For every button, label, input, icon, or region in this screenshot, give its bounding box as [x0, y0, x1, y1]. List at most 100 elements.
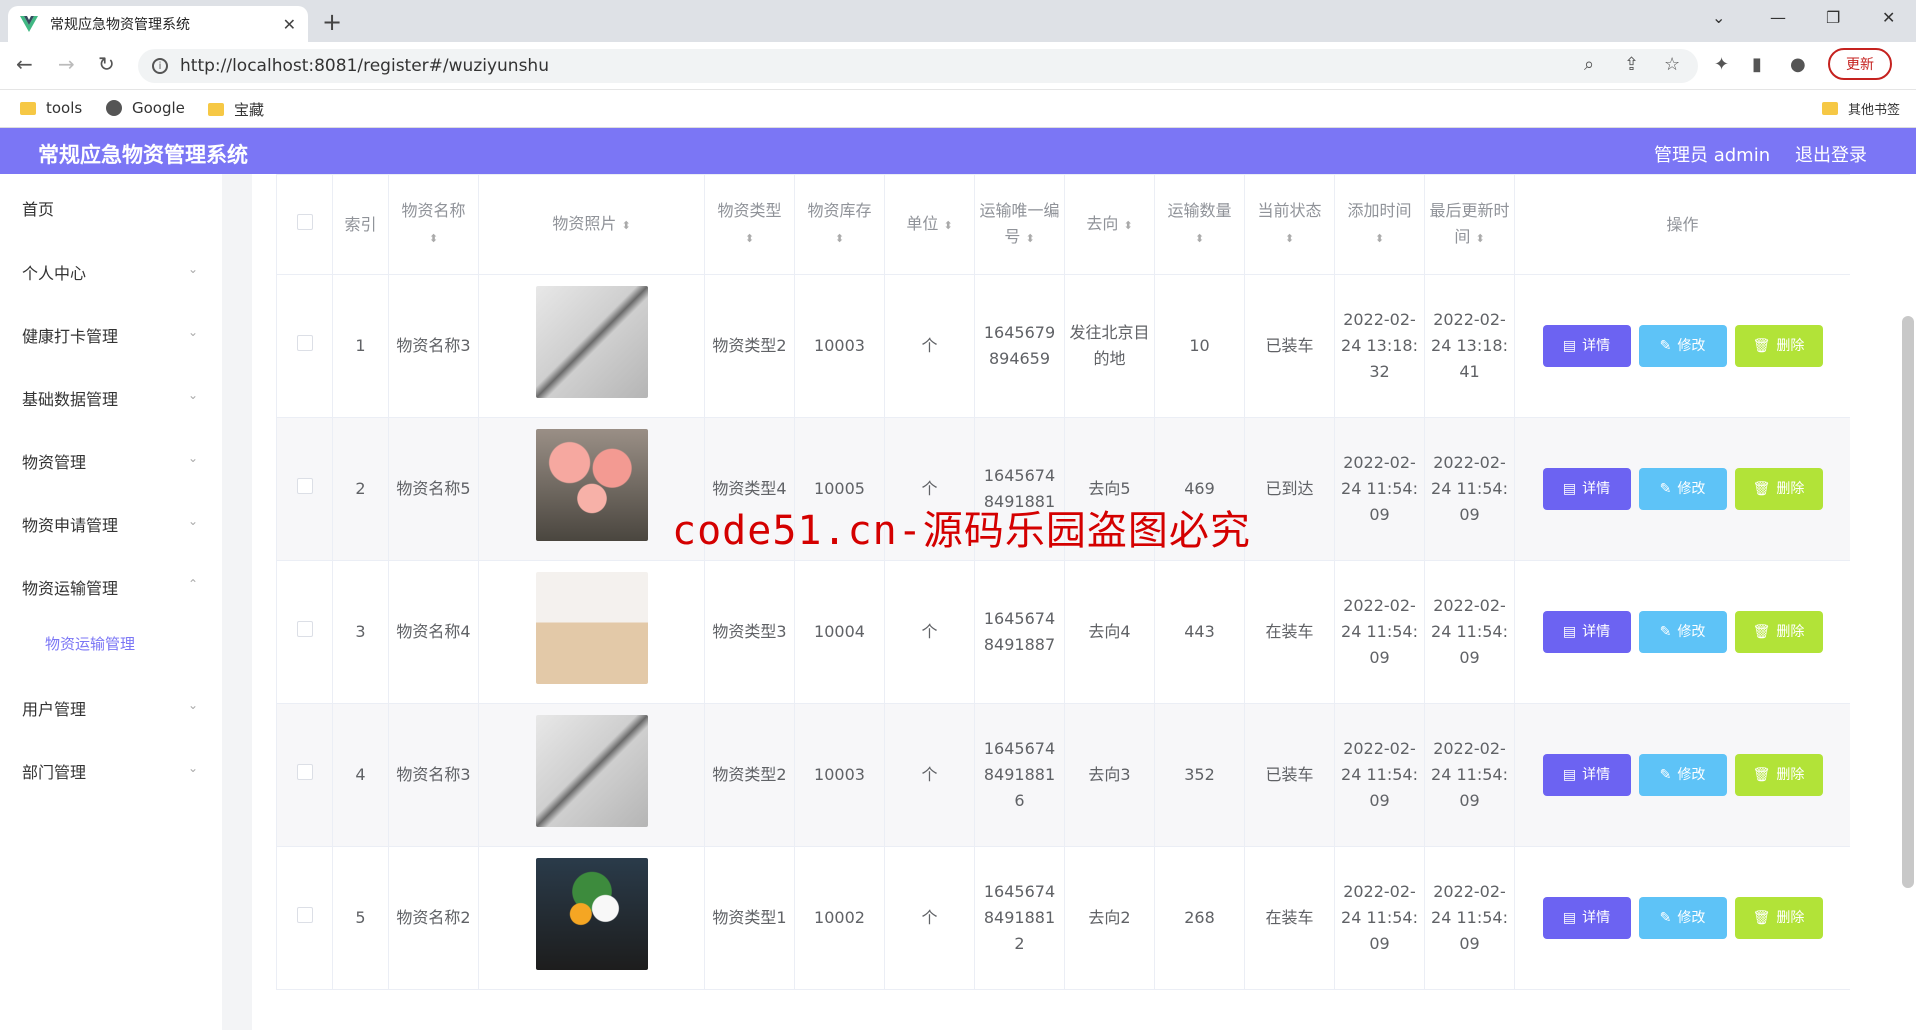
sort-icon[interactable]: ⬍: [943, 219, 952, 232]
column-header[interactable]: 当前状态 ⬍: [1244, 174, 1335, 275]
sidebar-item-users[interactable]: 用户管理: [22, 696, 86, 720]
detail-button[interactable]: ▤ 详情: [1542, 611, 1631, 653]
flower-image[interactable]: [535, 429, 648, 541]
page-scrollbar[interactable]: [1902, 316, 1914, 888]
detail-label: 详情: [1582, 338, 1611, 354]
browser-tab[interactable]: 常规应急物资管理系统 ✕: [8, 6, 308, 42]
row-checkbox[interactable]: [296, 907, 313, 923]
extensions-icon[interactable]: ✦: [1714, 54, 1729, 75]
column-header[interactable]: 去向 ⬍: [1064, 174, 1155, 275]
column-header[interactable]: 物资库存 ⬍: [794, 174, 885, 275]
edit-button[interactable]: ✎ 修改: [1638, 754, 1727, 796]
update-button[interactable]: 更新: [1828, 48, 1892, 80]
cell-added-time: 2022-02-24 11:54:09: [1334, 846, 1425, 990]
row-checkbox[interactable]: [296, 335, 313, 351]
row-checkbox[interactable]: [296, 478, 313, 494]
row-checkbox[interactable]: [296, 764, 313, 780]
bookmark-baozang[interactable]: 宝藏: [208, 99, 264, 120]
sidebar-item-profile[interactable]: 个人中心: [22, 260, 86, 284]
sort-icon[interactable]: ⬍: [1025, 232, 1034, 245]
row-select-cell[interactable]: [276, 703, 333, 847]
forward-icon[interactable]: →: [58, 52, 75, 76]
detail-button[interactable]: ▤ 详情: [1542, 325, 1631, 367]
star-icon[interactable]: ☆: [1664, 54, 1680, 75]
delete-button[interactable]: 🗑 删除: [1734, 754, 1823, 796]
back-icon[interactable]: ←: [16, 52, 33, 76]
sort-icon[interactable]: ⬍: [429, 232, 438, 245]
bookmark-google[interactable]: Google: [106, 99, 185, 117]
document-icon: ▤: [1562, 910, 1577, 926]
row-select-cell[interactable]: [276, 846, 333, 990]
new-tab-icon[interactable]: +: [322, 8, 342, 36]
column-header[interactable]: 添加时间 ⬍: [1334, 174, 1425, 275]
knife-block-image[interactable]: [535, 572, 648, 684]
cell-status: 已装车: [1244, 274, 1335, 418]
sort-icon[interactable]: ⬍: [1475, 232, 1484, 245]
detail-button[interactable]: ▤ 详情: [1542, 754, 1631, 796]
column-label: 物资名称: [401, 200, 466, 220]
column-header[interactable]: 物资名称 ⬍: [388, 174, 479, 275]
sidebar-item-transport[interactable]: 物资运输管理: [22, 575, 118, 599]
logout-link[interactable]: 退出登录: [1795, 141, 1867, 167]
sort-icon[interactable]: ⬍: [835, 232, 844, 245]
select-all-checkbox[interactable]: [296, 213, 313, 230]
tab-close-icon[interactable]: ✕: [283, 15, 296, 34]
column-header[interactable]: 单位 ⬍: [884, 174, 975, 275]
bouquet-image[interactable]: [535, 858, 648, 970]
restore-icon[interactable]: ❐: [1826, 8, 1840, 27]
tool-image[interactable]: [535, 715, 648, 827]
column-header[interactable]: 运输唯一编号 ⬍: [974, 174, 1065, 275]
sidebar-item-home[interactable]: 首页: [22, 196, 54, 220]
sidebar-item-health[interactable]: 健康打卡管理: [22, 323, 118, 347]
edit-button[interactable]: ✎ 修改: [1638, 325, 1727, 367]
edit-button[interactable]: ✎ 修改: [1638, 897, 1727, 939]
share-icon[interactable]: ⇪: [1624, 54, 1639, 75]
sort-icon[interactable]: ⬍: [1123, 219, 1132, 232]
column-header[interactable]: 运输数量 ⬍: [1154, 174, 1245, 275]
cell-updated-time: 2022-02-24 13:18:41: [1424, 274, 1515, 418]
sidebar-subitem-transport[interactable]: 物资运输管理: [45, 633, 135, 654]
tool-image[interactable]: [535, 286, 648, 398]
pencil-icon: ✎: [1659, 624, 1672, 640]
site-info-icon[interactable]: i: [152, 58, 168, 74]
sort-icon[interactable]: ⬍: [1375, 232, 1384, 245]
delete-button[interactable]: 🗑 删除: [1734, 468, 1823, 510]
delete-button[interactable]: 🗑 删除: [1734, 611, 1823, 653]
row-select-cell[interactable]: [276, 274, 333, 418]
sort-icon[interactable]: ⬍: [1285, 232, 1294, 245]
tab-title: 常规应急物资管理系统: [50, 17, 190, 33]
delete-button[interactable]: 🗑 删除: [1734, 325, 1823, 367]
sidebar-item-materials[interactable]: 物资管理: [22, 449, 86, 473]
edit-button[interactable]: ✎ 修改: [1638, 468, 1727, 510]
column-header[interactable]: 物资类型 ⬍: [704, 174, 795, 275]
sidebar-item-apply[interactable]: 物资申请管理: [22, 512, 118, 536]
column-label: 单位: [906, 213, 939, 233]
profile-icon[interactable]: ●: [1790, 54, 1806, 75]
sort-icon[interactable]: ⬍: [745, 232, 754, 245]
sidepanel-icon[interactable]: ▮: [1752, 54, 1762, 75]
sort-icon[interactable]: ⬍: [1195, 232, 1204, 245]
reload-icon[interactable]: ↻: [98, 52, 115, 76]
delete-button[interactable]: 🗑 删除: [1734, 897, 1823, 939]
edit-button[interactable]: ✎ 修改: [1638, 611, 1727, 653]
row-select-cell[interactable]: [276, 560, 333, 704]
sidebar-item-departments[interactable]: 部门管理: [22, 759, 86, 783]
document-icon: ▤: [1562, 767, 1577, 783]
bookmark-tools[interactable]: tools: [20, 99, 82, 117]
column-header[interactable]: 物资照片 ⬍: [478, 174, 705, 275]
close-window-icon[interactable]: ✕: [1882, 8, 1895, 27]
tab-list-icon[interactable]: ⌄: [1712, 8, 1725, 27]
sidebar-item-basedata[interactable]: 基础数据管理: [22, 386, 118, 410]
sort-icon[interactable]: ⬍: [621, 219, 630, 232]
zoom-icon[interactable]: ⌕: [1584, 54, 1594, 75]
column-header[interactable]: 最后更新时间 ⬍: [1424, 174, 1515, 275]
detail-button[interactable]: ▤ 详情: [1542, 897, 1631, 939]
row-checkbox[interactable]: [296, 621, 313, 637]
detail-button[interactable]: ▤ 详情: [1542, 468, 1631, 510]
url-field[interactable]: i http://localhost:8081/register#/wuziyu…: [138, 49, 1698, 83]
detail-label: 详情: [1582, 910, 1611, 926]
row-select-cell[interactable]: [276, 417, 333, 561]
minimize-icon[interactable]: —: [1770, 8, 1786, 27]
bookmark-other[interactable]: 其他书签: [1822, 99, 1900, 118]
select-all-header[interactable]: [276, 174, 333, 275]
